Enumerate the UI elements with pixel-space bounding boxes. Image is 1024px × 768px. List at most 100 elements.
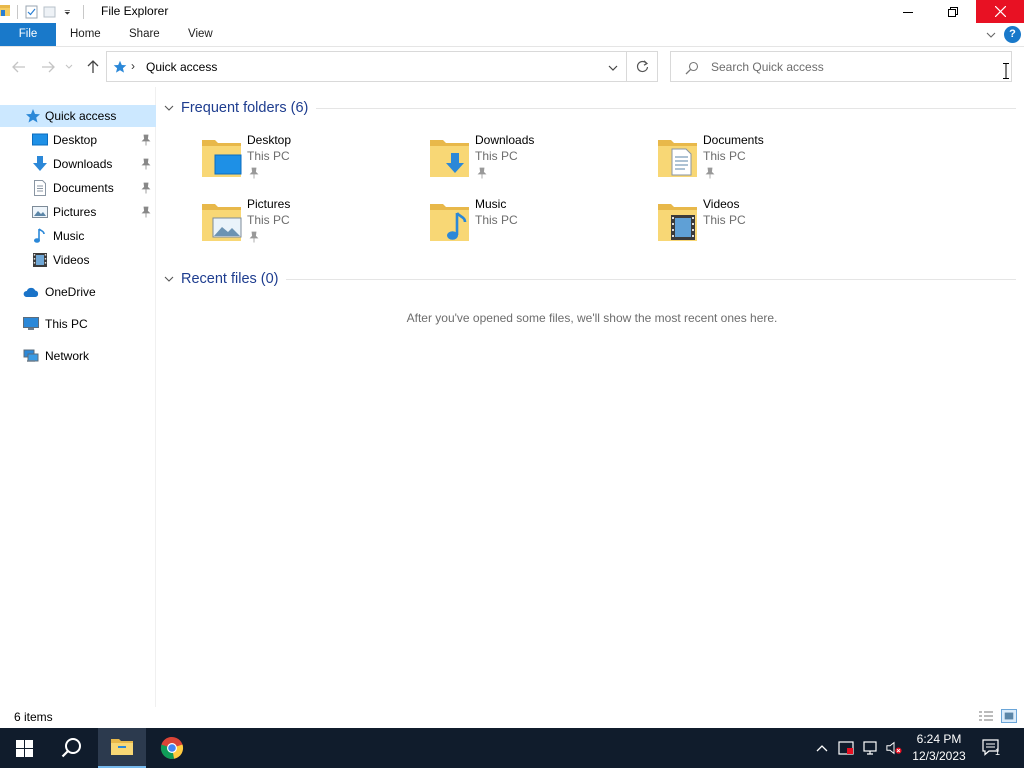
star-icon: [26, 109, 40, 123]
arrow-left-icon: [12, 61, 25, 73]
folder-location: This PC: [475, 149, 518, 163]
chevron-down-icon: [164, 105, 174, 111]
folder-desktop-icon: [202, 140, 242, 177]
windows-start-icon: [15, 739, 33, 757]
folder-tile-videos[interactable]: Videos This PC: [657, 197, 877, 249]
sidebar-item-label: Downloads: [53, 157, 113, 171]
taskbar-clock[interactable]: 6:24 PM 12/3/2023: [910, 731, 968, 765]
pin-icon: [249, 167, 259, 179]
search-input[interactable]: [711, 58, 1001, 76]
properties-icon[interactable]: [24, 5, 39, 19]
tab-file[interactable]: File: [0, 23, 56, 46]
folder-tile-music[interactable]: Music This PC: [429, 197, 649, 249]
sidebar-item-music[interactable]: Music: [0, 225, 156, 247]
sidebar-item-videos[interactable]: Videos: [0, 249, 156, 271]
restore-button[interactable]: [930, 0, 976, 23]
folder-name: Desktop: [247, 133, 292, 147]
show-hidden-icons-button[interactable]: [814, 740, 830, 756]
sidebar-item-documents[interactable]: Documents: [0, 177, 156, 199]
pin-icon: [705, 167, 715, 179]
folder-tile-documents[interactable]: Documents This PC: [657, 133, 877, 185]
help-button[interactable]: ?: [1004, 26, 1021, 43]
qat-separator: [17, 4, 18, 19]
restore-icon: [948, 6, 958, 17]
film-strip-icon: [33, 253, 47, 267]
taskbar-file-explorer[interactable]: [98, 728, 146, 768]
refresh-button[interactable]: [627, 51, 658, 82]
folder-icon[interactable]: [0, 4, 11, 17]
tab-home[interactable]: Home: [70, 23, 101, 46]
music-note-icon: [34, 228, 45, 243]
navigation-pane: Quick access Desktop Downloads Documents: [0, 87, 156, 707]
breadcrumb-quick-access[interactable]: Quick access: [146, 60, 217, 74]
content-pane: Frequent folders (6) Desktop This PC Dow…: [156, 87, 1024, 707]
taskbar-search-button[interactable]: [48, 728, 96, 768]
folder-name: Pictures: [247, 197, 291, 211]
taskbar-chrome[interactable]: [148, 728, 196, 768]
cloud-icon: [23, 287, 39, 297]
chevron-down-icon[interactable]: [607, 62, 619, 74]
address-bar[interactable]: › Quick access: [106, 51, 627, 82]
action-center-button[interactable]: 1: [982, 739, 1002, 757]
documents-icon: [34, 180, 46, 196]
folder-location: This PC: [703, 149, 746, 163]
sidebar-item-onedrive[interactable]: OneDrive: [0, 281, 156, 303]
details-view-icon[interactable]: [978, 709, 994, 723]
clock-time: 6:24 PM: [916, 732, 962, 746]
forward-button[interactable]: [40, 59, 56, 75]
search-box[interactable]: [670, 51, 1012, 82]
sidebar-item-this-pc[interactable]: This PC: [0, 313, 156, 335]
refresh-icon: [636, 60, 648, 73]
title-bar: File Explorer: [0, 0, 1024, 23]
item-count: 6 items: [14, 710, 53, 724]
group-divider: [286, 279, 1016, 280]
empty-recent-message: After you've opened some files, we'll sh…: [406, 311, 778, 325]
folder-tile-desktop[interactable]: Desktop This PC: [201, 133, 421, 185]
navigation-bar: › Quick access: [0, 47, 1024, 87]
sidebar-item-label: Quick access: [45, 109, 117, 123]
close-button[interactable]: [976, 0, 1024, 23]
customize-qat-icon[interactable]: [64, 5, 74, 19]
volume-muted-icon: [886, 741, 902, 755]
sidebar-item-desktop[interactable]: Desktop: [0, 129, 156, 151]
folder-music-icon: [430, 204, 469, 241]
start-button[interactable]: [0, 728, 48, 768]
quick-access-toolbar: [17, 3, 90, 20]
network-tray-button[interactable]: [862, 740, 878, 756]
security-icon: [838, 741, 854, 755]
desktop-icon: [32, 133, 48, 146]
pin-icon: [477, 167, 487, 179]
folder-tile-downloads[interactable]: Downloads This PC: [429, 133, 649, 185]
sidebar-item-quick-access[interactable]: Quick access: [0, 105, 156, 127]
tiles-view-icon[interactable]: [1001, 709, 1017, 723]
tab-share[interactable]: Share: [129, 23, 160, 46]
chevron-down-icon[interactable]: [985, 29, 997, 41]
security-tray-button[interactable]: [838, 740, 854, 756]
up-button[interactable]: [85, 59, 101, 75]
chrome-icon: [160, 736, 184, 759]
breadcrumb-separator[interactable]: ›: [131, 59, 135, 73]
notification-count: 1: [995, 747, 1001, 757]
new-folder-icon[interactable]: [42, 5, 57, 19]
folder-videos-icon: [658, 204, 697, 241]
sidebar-item-label: Music: [53, 229, 85, 243]
chevron-down-icon: [164, 276, 174, 282]
volume-tray-button[interactable]: [886, 740, 902, 756]
tab-view[interactable]: View: [188, 23, 213, 46]
ribbon: File Home Share View ?: [0, 23, 1024, 47]
folder-tile-pictures[interactable]: Pictures This PC: [201, 197, 421, 249]
sidebar-item-downloads[interactable]: Downloads: [0, 153, 156, 175]
recent-locations-button[interactable]: [64, 59, 74, 75]
sidebar-item-label: Videos: [53, 253, 90, 267]
folder-name: Music: [475, 197, 507, 211]
minimize-button[interactable]: [885, 0, 931, 23]
pin-icon: [141, 158, 151, 170]
folder-downloads-icon: [430, 140, 469, 177]
sidebar-item-network[interactable]: Network: [0, 345, 156, 367]
recent-files-header[interactable]: Recent files (0): [164, 269, 279, 289]
star-icon: [113, 60, 127, 73]
folder-name: Downloads: [475, 133, 535, 147]
frequent-folders-header[interactable]: Frequent folders (6): [164, 98, 308, 118]
sidebar-item-pictures[interactable]: Pictures: [0, 201, 156, 223]
back-button[interactable]: [11, 59, 27, 75]
